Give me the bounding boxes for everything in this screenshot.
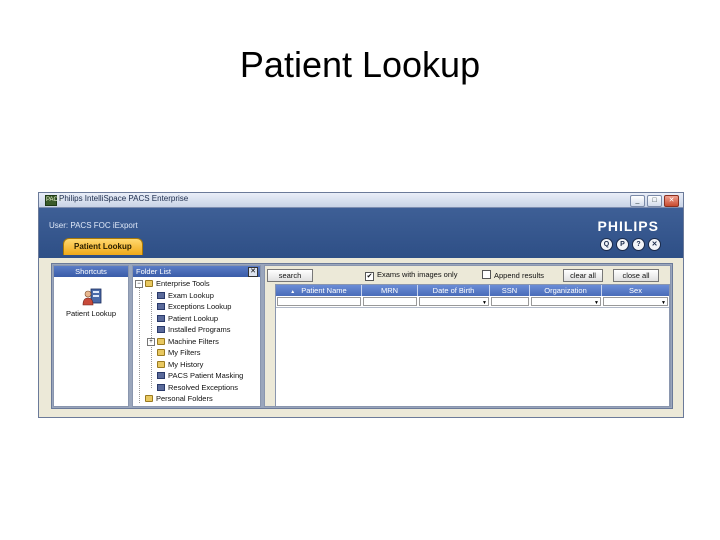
filter-date-of-birth[interactable]: ▼ <box>419 297 489 306</box>
tree-item-label: Exceptions Lookup <box>168 302 232 311</box>
checkbox-unchecked-icon[interactable] <box>482 270 491 279</box>
checkbox-checked-icon[interactable]: ✔ <box>365 272 374 281</box>
collapse-icon[interactable]: − <box>135 280 143 288</box>
workspace: Shortcuts Patient Lookup Folder List ✕ − <box>51 263 673 409</box>
folder-icon <box>157 337 165 345</box>
philips-logo: PHILIPS <box>597 218 659 234</box>
tree-item-exceptions-lookup[interactable]: Exceptions Lookup <box>133 301 260 313</box>
filter-patient-name[interactable] <box>277 297 361 306</box>
results-pane: search ✔ Exams with images only Append re… <box>264 265 671 407</box>
tree-item-label: My Filters <box>168 348 201 357</box>
app-header: User: PACS FOC iExport PHILIPS Q P ? ✕ P… <box>39 208 683 258</box>
tree-item-my-history[interactable]: My History <box>133 359 260 371</box>
clear-all-button[interactable]: clear all <box>563 269 603 282</box>
tree-item-label: Personal Folders <box>156 394 213 403</box>
tree-item-machine-filters[interactable]: + Machine Filters <box>133 336 260 348</box>
tab-patient-lookup[interactable]: Patient Lookup <box>63 238 143 255</box>
tree-item-my-filters[interactable]: My Filters <box>133 347 260 359</box>
filter-row: ▼ ▼ ▼ <box>276 296 669 308</box>
column-header-sex[interactable]: Sex <box>602 285 669 296</box>
column-header-mrn[interactable]: MRN <box>362 285 418 296</box>
search-button[interactable]: search <box>267 269 313 282</box>
maximize-button[interactable]: □ <box>647 195 662 207</box>
results-grid: ▲ Patient Name MRN Date of Birth SSN Orga… <box>275 284 670 407</box>
tree-item-label: Resolved Exceptions <box>168 382 239 392</box>
tree-item-personal-folders[interactable]: Personal Folders <box>133 393 260 405</box>
tree-item-pacs-patient-masking[interactable]: PACS Patient Masking <box>133 370 260 382</box>
tree-item-label: Machine Filters <box>168 336 219 346</box>
tree-item-resolved-exceptions[interactable]: Resolved Exceptions <box>133 382 260 394</box>
tool-icon <box>157 372 165 379</box>
grid-header: ▲ Patient Name MRN Date of Birth SSN Orga… <box>276 285 669 296</box>
folder-list-title: Folder List <box>136 267 172 276</box>
user-label: User: PACS FOC iExport <box>49 221 138 230</box>
tree-item-label: Exam Lookup <box>168 290 214 300</box>
tree-item-label: My History <box>168 359 204 369</box>
column-header-patient-name[interactable]: ▲ Patient Name <box>276 285 362 296</box>
window-controls: _ □ ✕ <box>630 195 679 207</box>
filter-sex[interactable]: ▼ <box>603 297 668 306</box>
filter-mrn[interactable] <box>363 297 417 306</box>
folder-icon <box>157 360 165 368</box>
tool-icon <box>157 303 165 310</box>
folder-icon <box>145 280 153 287</box>
help-button[interactable]: ? <box>632 238 645 251</box>
tool-icon <box>157 314 165 322</box>
tool-icon <box>157 291 165 299</box>
dropdown-arrow-icon[interactable]: ▼ <box>482 300 487 306</box>
tree-item-patient-lookup[interactable]: Patient Lookup <box>133 313 260 325</box>
close-button[interactable]: ✕ <box>664 195 679 207</box>
tree-item-label: PACS Patient Masking <box>168 371 244 380</box>
shortcuts-pane: Shortcuts Patient Lookup <box>53 265 129 407</box>
expand-icon[interactable]: + <box>147 337 155 346</box>
checkbox-label: Exams with images only <box>377 270 458 279</box>
folder-icon <box>145 395 153 402</box>
close-all-button[interactable]: close all <box>613 269 659 282</box>
shortcuts-heading: Shortcuts <box>54 266 128 277</box>
folder-list-pane: Folder List ✕ − Enterprise Tools Exam Lo… <box>132 265 261 407</box>
append-results-checkbox[interactable]: Append results <box>482 270 544 280</box>
sort-ascending-icon: ▲ <box>290 289 296 295</box>
column-header-date-of-birth[interactable]: Date of Birth <box>418 285 490 296</box>
application-window: PACS Philips IntelliSpace PACS Enterpris… <box>38 192 684 418</box>
tree-item-label: Patient Lookup <box>168 313 219 323</box>
filter-ssn[interactable] <box>491 297 529 306</box>
slide-title: Patient Lookup <box>239 44 481 85</box>
column-header-organization[interactable]: Organization <box>530 285 602 296</box>
close-pane-icon[interactable]: ✕ <box>248 267 258 277</box>
folder-list-heading: Folder List ✕ <box>133 266 260 277</box>
app-icon: PACS <box>45 195 62 206</box>
tool-icon <box>157 383 165 391</box>
folder-tree: − Enterprise Tools Exam Lookup Exception… <box>133 278 260 405</box>
exams-with-images-only-checkbox[interactable]: ✔ Exams with images only <box>365 270 457 281</box>
tree-item-exam-lookup[interactable]: Exam Lookup <box>133 290 260 302</box>
checkbox-label: Append results <box>494 271 545 280</box>
tree-item-enterprise-tools[interactable]: − Enterprise Tools <box>133 278 260 290</box>
header-actions: Q P ? ✕ <box>600 238 661 251</box>
tree-item-label: Installed Programs <box>168 325 231 334</box>
query-button[interactable]: Q <box>600 238 613 251</box>
dropdown-arrow-icon[interactable]: ▼ <box>594 300 599 306</box>
print-button[interactable]: P <box>616 238 629 251</box>
exit-button[interactable]: ✕ <box>648 238 661 251</box>
patient-lookup-icon[interactable] <box>82 288 102 306</box>
tool-icon <box>157 326 165 333</box>
dropdown-arrow-icon[interactable]: ▼ <box>661 300 666 306</box>
window-title: Philips IntelliSpace PACS Enterprise <box>59 194 189 203</box>
tree-item-label: Enterprise Tools <box>156 279 210 288</box>
filter-organization[interactable]: ▼ <box>531 297 601 306</box>
shortcut-patient-lookup[interactable]: Patient Lookup <box>54 309 128 318</box>
window-titlebar[interactable]: PACS Philips IntelliSpace PACS Enterpris… <box>39 193 683 208</box>
column-header-ssn[interactable]: SSN <box>490 285 530 296</box>
tree-item-installed-programs[interactable]: Installed Programs <box>133 324 260 336</box>
folder-icon <box>157 349 165 356</box>
column-label: Patient Name <box>301 286 347 295</box>
minimize-button[interactable]: _ <box>630 195 645 207</box>
